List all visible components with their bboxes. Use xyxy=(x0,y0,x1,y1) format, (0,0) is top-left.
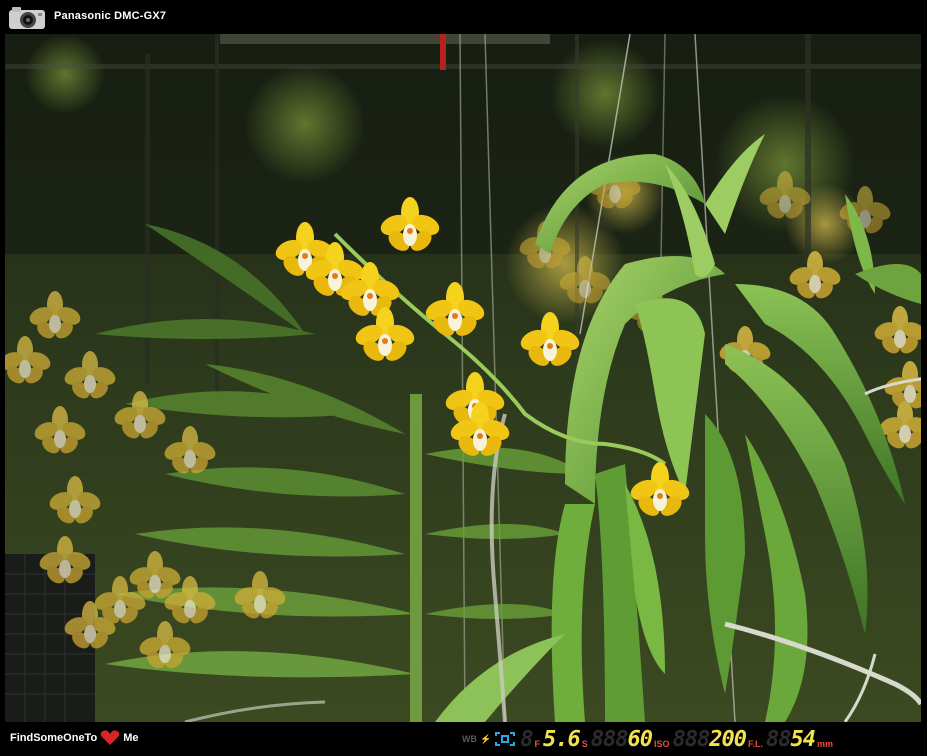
shutter-label: S xyxy=(581,739,588,749)
orchid-photo xyxy=(5,34,921,722)
brand-watermark: FindSomeOneTo Me xyxy=(10,730,138,746)
heart-icon xyxy=(100,730,120,745)
focal-unit: mm xyxy=(817,739,834,749)
focal-value: 54 xyxy=(790,726,816,752)
wb-label: WB xyxy=(462,734,477,744)
camera-icon xyxy=(9,7,45,29)
top-bar: Panasonic DMC-GX7 xyxy=(0,0,927,34)
autofocus-icon xyxy=(495,732,516,746)
brand-right-text: Me xyxy=(123,732,139,744)
aperture-ghost: 8 xyxy=(520,726,533,752)
aperture-label: F xyxy=(534,739,540,749)
flash-icon: ⚡ xyxy=(480,733,492,744)
shutter-value: 60 xyxy=(627,726,652,752)
focal-label: F.L. xyxy=(748,739,763,749)
iso-value: 200 xyxy=(709,726,747,752)
shutter-ghost: 888 xyxy=(590,726,629,752)
iso-ghost: 888 xyxy=(672,726,711,752)
aperture-value: 5.6 xyxy=(542,726,581,752)
iso-label: ISO xyxy=(653,739,670,749)
exif-readout: WB ⚡ 8 F 5.6 S 888 60 ISO 888 200 F.L. 8… xyxy=(462,725,836,753)
camera-model: Panasonic DMC-GX7 xyxy=(54,10,167,22)
photo xyxy=(5,34,921,722)
brand-left-text: FindSomeOneTo xyxy=(10,732,98,744)
focal-ghost: 88 xyxy=(766,726,791,752)
bottom-bar: FindSomeOneTo Me WB ⚡ 8 F 5.6 S 888 60 I… xyxy=(0,722,927,756)
